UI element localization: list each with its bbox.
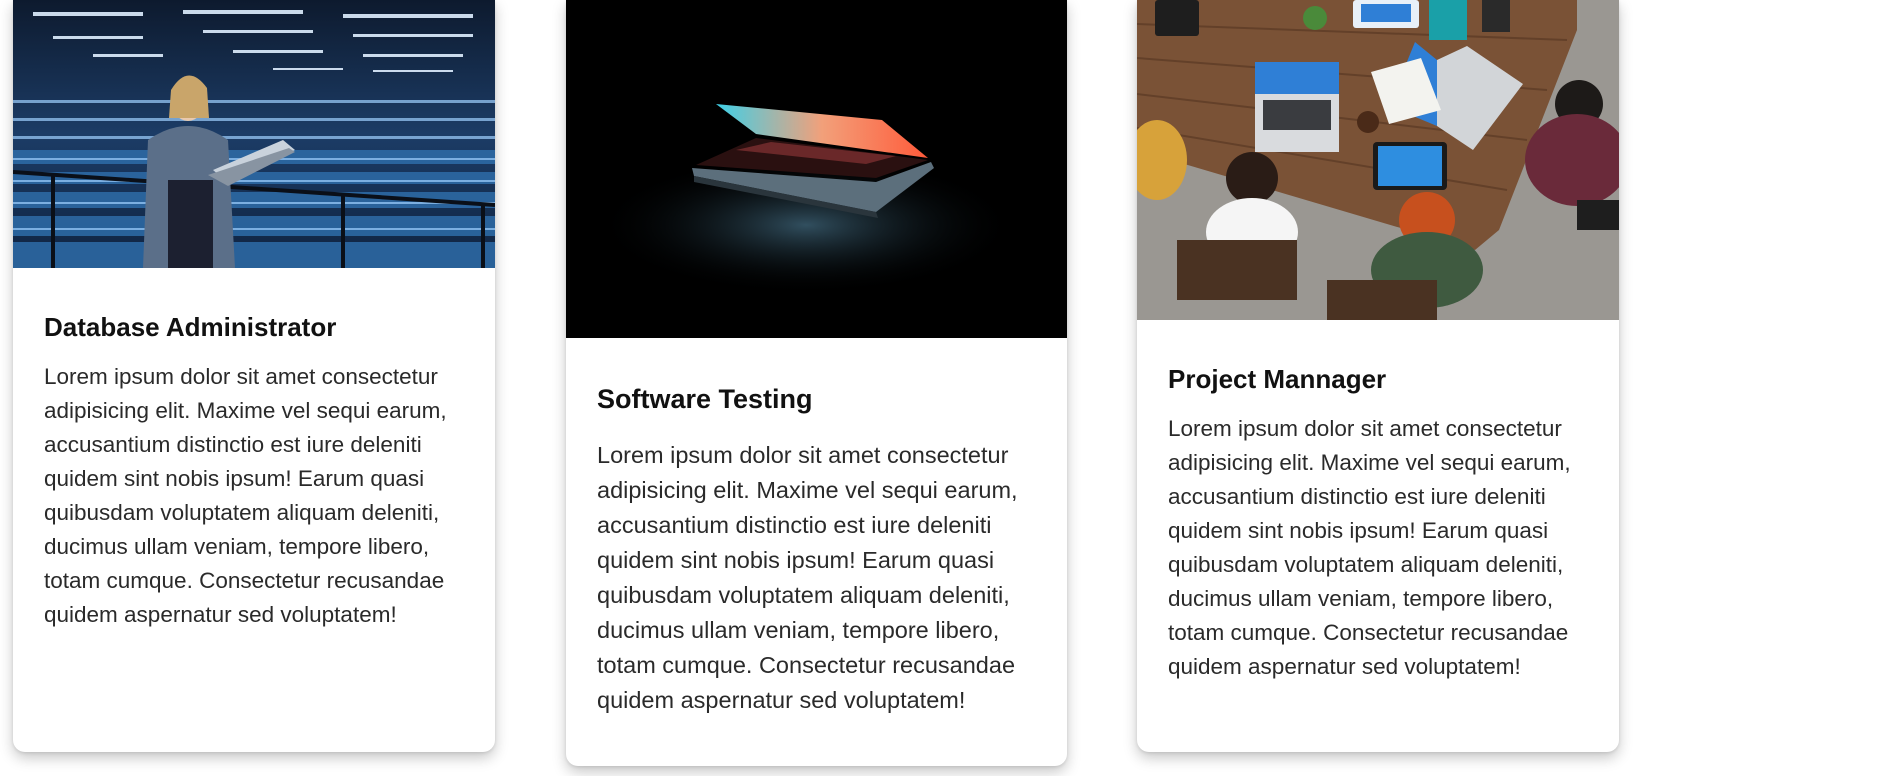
team-meeting-photo: [1137, 0, 1619, 320]
card-title: Database Administrator: [44, 312, 337, 342]
card-title: Software Testing: [597, 384, 813, 414]
card-description: Lorem ipsum dolor sit amet consectetur a…: [597, 442, 1018, 713]
data-center-photo: [13, 0, 495, 268]
cards-section: Database Administrator Lorem ipsum dolor…: [0, 0, 1881, 776]
card-project-manager[interactable]: Project Mannager Lorem ipsum dolor sit a…: [1137, 0, 1619, 752]
laptop-glow-photo: [566, 0, 1067, 338]
card-software-testing[interactable]: Software Testing Lorem ipsum dolor sit a…: [566, 0, 1067, 766]
card-description: Lorem ipsum dolor sit amet consectetur a…: [1168, 416, 1571, 679]
card-description: Lorem ipsum dolor sit amet consectetur a…: [44, 364, 447, 627]
card-database-administrator[interactable]: Database Administrator Lorem ipsum dolor…: [13, 0, 495, 752]
card-title: Project Mannager: [1168, 364, 1387, 394]
